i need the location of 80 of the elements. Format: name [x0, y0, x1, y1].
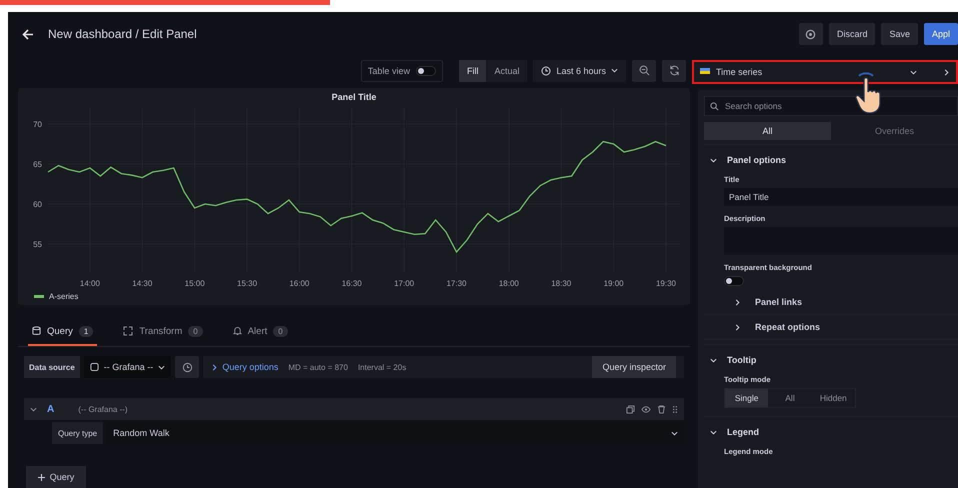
bell-icon: [232, 326, 242, 336]
time-range-picker[interactable]: Last 6 hours: [533, 60, 626, 82]
caret-icon: [211, 364, 218, 371]
axis-label: 17:30: [446, 278, 467, 288]
caret-icon: [158, 364, 166, 371]
caret-icon: [734, 298, 741, 306]
options-tab[interactable]: All: [704, 122, 831, 140]
axis-label: 15:00: [184, 278, 205, 288]
plus-icon: [38, 474, 45, 480]
clock-icon: [182, 362, 193, 373]
size-mode-button[interactable]: Fill: [458, 60, 486, 82]
editor-tab[interactable]: Alert 0: [228, 326, 292, 346]
caret-icon: [671, 430, 678, 436]
radio-option[interactable]: Single: [725, 389, 768, 407]
panel-title: Panel Title: [332, 92, 376, 102]
radio-option[interactable]: All: [768, 389, 812, 407]
eye-icon: [641, 404, 651, 414]
collapsible-section[interactable]: Panel links: [704, 290, 958, 315]
field-label: Query type: [52, 422, 104, 444]
header-button[interactable]: Save: [881, 23, 918, 45]
refresh-button[interactable]: [662, 60, 686, 82]
query-source: (-- Grafana --): [78, 404, 128, 414]
axis-label: 55: [33, 240, 42, 249]
add-query-button[interactable]: Query: [26, 466, 86, 488]
query-meta: MD = auto = 870: [288, 362, 348, 372]
clock-icon: [541, 66, 552, 76]
axis-label: 15:30: [237, 278, 258, 288]
axis-label: 65: [33, 160, 42, 169]
search-field[interactable]: Search options: [704, 96, 958, 116]
data-source-select[interactable]: -- Grafana --: [84, 356, 172, 378]
search-icon: [710, 102, 719, 111]
query-inspector-button[interactable]: Query inspector: [592, 356, 676, 378]
axis-label: 16:30: [342, 278, 362, 288]
trash-icon: [657, 404, 666, 414]
axis-label: 18:30: [551, 278, 572, 288]
collapsible-section[interactable]: Repeat options: [704, 315, 958, 340]
header-button[interactable]: Discard: [828, 23, 876, 45]
copy-icon: [626, 404, 635, 414]
axis-label: 14:00: [80, 278, 100, 288]
settings-icon: [805, 28, 816, 40]
refresh-icon: [668, 65, 680, 76]
query-meta: Interval = 20s: [358, 362, 406, 372]
editor-tab[interactable]: Transform 0: [119, 326, 207, 346]
editor-tab[interactable]: Query 1: [28, 326, 98, 346]
caret-icon: [943, 68, 950, 76]
axis-label: 14:30: [132, 278, 152, 288]
axis-label: 70: [33, 120, 42, 129]
section-title: Panel links: [755, 297, 802, 307]
axis-label: 17:00: [394, 278, 414, 288]
legend-label[interactable]: A-series: [49, 292, 78, 301]
page-title: New dashboard / Edit Panel: [48, 27, 198, 41]
caret-icon: [910, 68, 917, 76]
toggle-switch[interactable]: [724, 276, 744, 286]
transform-icon: [123, 326, 134, 336]
input-field[interactable]: Panel Title: [724, 188, 958, 206]
caret-icon: [734, 324, 741, 330]
settings-button[interactable]: [798, 23, 823, 45]
axis-label: 19:30: [656, 278, 676, 288]
history-button[interactable]: [175, 356, 200, 378]
field-label: Data source: [24, 356, 80, 378]
section-header[interactable]: Tooltip: [704, 344, 958, 371]
visualization-picker[interactable]: Time series: [692, 60, 958, 84]
back-arrow-icon: [22, 28, 34, 40]
size-mode-button[interactable]: Actual: [486, 60, 528, 82]
axis-label: 19:00: [604, 278, 624, 288]
apply-button[interactable]: Appl: [924, 23, 958, 45]
axis-label: 60: [33, 200, 42, 209]
query-name-label[interactable]: A: [47, 404, 54, 415]
axis-label: 16:00: [289, 278, 310, 288]
zoom-out-icon: [638, 65, 650, 76]
drag-handle-icon: [672, 404, 678, 414]
section-header[interactable]: Legend: [704, 416, 958, 443]
table-view-toggle[interactable]: Table view: [360, 60, 443, 82]
query-options-link[interactable]: Query options: [211, 362, 278, 372]
zoom-out-button[interactable]: [632, 60, 656, 82]
caret-icon: [611, 67, 618, 74]
radio-option[interactable]: Hidden: [812, 389, 855, 407]
axis-label: 18:00: [498, 278, 519, 288]
section-title: Repeat options: [755, 322, 820, 332]
section-header[interactable]: Panel options: [704, 144, 958, 171]
